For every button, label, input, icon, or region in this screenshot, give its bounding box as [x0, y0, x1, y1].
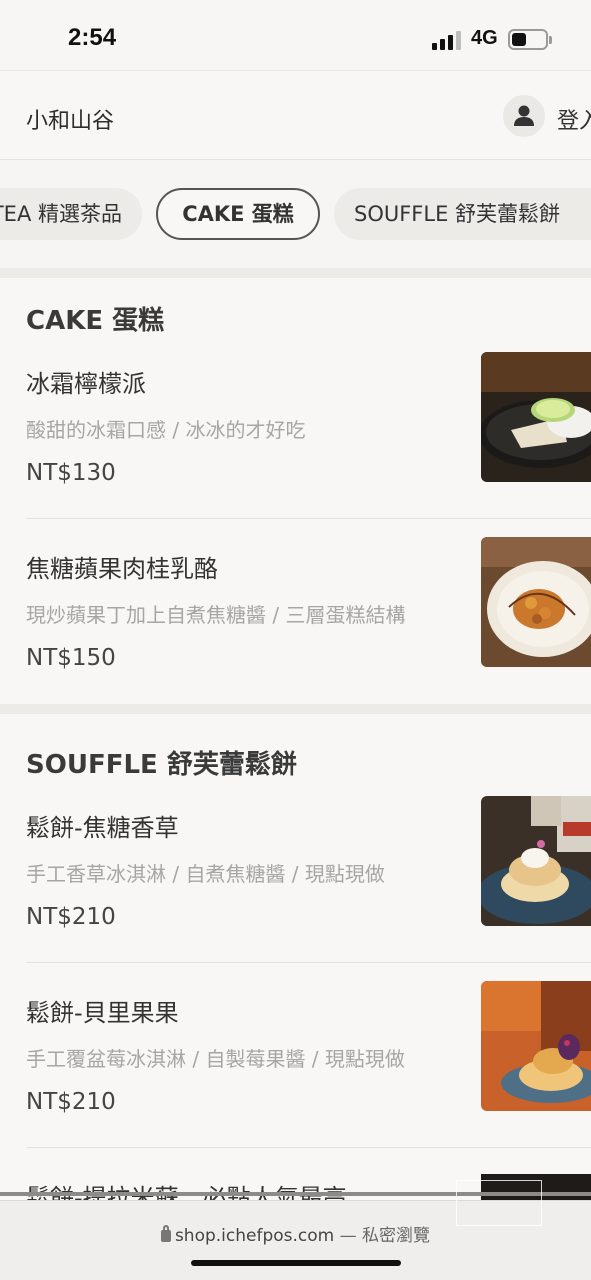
private-browsing-label: — 私密瀏覽: [334, 1226, 431, 1246]
item-description: 酸甜的冰霜口感 / 冰冰的才好吃: [26, 418, 306, 442]
item-price: NT$210: [26, 904, 116, 930]
menu-item[interactable]: 鬆餅-貝里果果 手工覆盆莓冰淇淋 / 自製莓果醬 / 現點現做 NT$210: [0, 981, 591, 1178]
item-name: 焦糖蘋果肉桂乳酪: [26, 555, 218, 583]
user-icon[interactable]: [503, 95, 545, 137]
tab-tea[interactable]: TEA 精選茶品: [0, 188, 142, 240]
category-tabs: TEA 精選茶品 CAKE 蛋糕 SOUFFLE 舒芙蕾鬆餅: [0, 160, 591, 268]
clock: 2:54: [68, 24, 117, 51]
login-link[interactable]: 登入: [557, 103, 591, 135]
item-photo: [481, 796, 591, 926]
status-bar: 2:54 4G: [0, 0, 591, 70]
item-photo: [481, 352, 591, 482]
menu-item[interactable]: 鬆餅-焦糖香草 手工香草冰淇淋 / 自煮焦糖醬 / 現點現做 NT$210: [0, 796, 591, 993]
menu-item[interactable]: 冰霜檸檬派 酸甜的冰霜口感 / 冰冰的才好吃 NT$130: [0, 352, 591, 549]
section-separator: [0, 704, 591, 714]
item-description: 現炒蘋果丁加上自煮焦糖醬 / 三層蛋糕結構: [26, 603, 406, 627]
battery-icon: [508, 29, 548, 50]
section-cake: CAKE 蛋糕 冰霜檸檬派 酸甜的冰霜口感 / 冰冰的才好吃 NT$130 焦糖…: [0, 278, 591, 704]
watermark-icon: [456, 1180, 542, 1226]
section-separator: [0, 268, 591, 278]
item-photo: [481, 537, 591, 667]
lock-icon: [160, 1225, 171, 1242]
item-name: 鬆餅-焦糖香草: [26, 814, 179, 842]
divider: [26, 1147, 591, 1148]
item-price: NT$150: [26, 645, 116, 671]
item-price: NT$130: [26, 460, 116, 486]
network-type: 4G: [471, 27, 498, 49]
item-price: NT$210: [26, 1089, 116, 1115]
app-header: 小和山谷 登入: [0, 70, 591, 160]
item-description: 手工覆盆莓冰淇淋 / 自製莓果醬 / 現點現做: [26, 1047, 405, 1071]
divider: [26, 518, 591, 519]
section-title: SOUFFLE 舒芙蕾鬆餅: [26, 750, 297, 780]
battery-cap: [549, 36, 552, 44]
section-souffle: SOUFFLE 舒芙蕾鬆餅 鬆餅-焦糖香草 手工香草冰淇淋 / 自煮焦糖醬 / …: [0, 714, 591, 1200]
item-name: 冰霜檸檬派: [26, 370, 146, 398]
divider: [26, 962, 591, 963]
tab-cake[interactable]: CAKE 蛋糕: [156, 188, 320, 240]
tab-souffle[interactable]: SOUFFLE 舒芙蕾鬆餅: [334, 188, 591, 240]
section-title: CAKE 蛋糕: [26, 306, 165, 336]
item-name: 鬆餅-提拉米蘇。必點人氣最高: [26, 1178, 347, 1200]
url-text: shop.ichefpos.com: [174, 1226, 335, 1246]
home-indicator[interactable]: [191, 1260, 401, 1266]
store-name[interactable]: 小和山谷: [26, 103, 114, 135]
item-name: 鬆餅-貝里果果: [26, 999, 179, 1027]
signal-strength-icon: [432, 30, 462, 50]
item-description: 手工香草冰淇淋 / 自煮焦糖醬 / 現點現做: [26, 862, 385, 886]
item-photo: [481, 981, 591, 1111]
